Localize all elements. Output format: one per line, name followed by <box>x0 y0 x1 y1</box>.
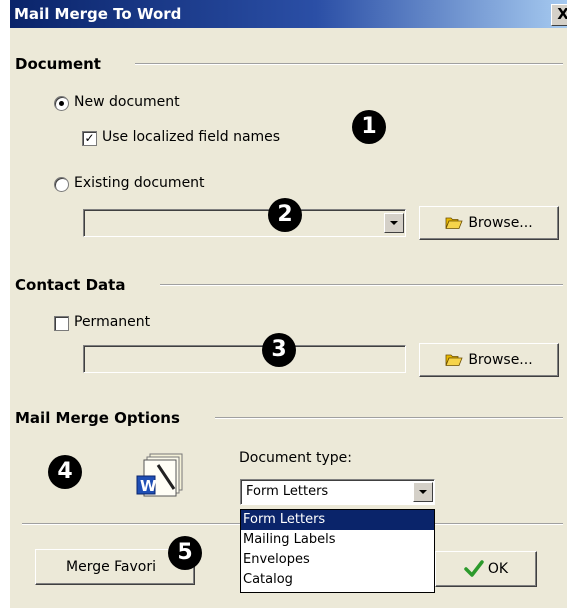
contact-group-title: Contact Data <box>15 276 126 294</box>
new-document-label: New document <box>74 94 180 110</box>
existing-document-combobox[interactable] <box>83 209 406 237</box>
document-type-list: Form Letters Mailing Labels Envelopes Ca… <box>240 509 435 593</box>
ok-label: OK <box>487 561 509 577</box>
existing-document-label: Existing document <box>74 175 205 191</box>
callout-marker-1: 1 <box>352 110 386 144</box>
list-item[interactable]: Form Letters <box>241 510 434 530</box>
contact-browse-label: Browse... <box>468 352 533 368</box>
footer-separator <box>435 523 563 525</box>
callout-marker-2: 2 <box>268 198 302 232</box>
existing-document-radio[interactable] <box>54 177 69 192</box>
footer-separator <box>22 523 240 525</box>
contact-data-path-field[interactable] <box>83 345 406 373</box>
radio-dot <box>59 101 64 106</box>
list-item[interactable]: Catalog <box>241 570 434 590</box>
callout-marker-4: 4 <box>48 455 82 489</box>
ok-button[interactable]: OK <box>435 551 537 587</box>
document-type-select[interactable]: Form Letters <box>240 479 435 505</box>
options-group-divider <box>215 417 563 419</box>
document-group-title: Document <box>15 55 101 73</box>
document-browse-label: Browse... <box>468 215 533 231</box>
contact-browse-button[interactable]: Browse... <box>419 343 559 377</box>
document-group-divider <box>135 63 563 65</box>
contact-group-divider <box>160 284 563 286</box>
window-title: Mail Merge To Word <box>14 5 182 23</box>
list-item[interactable]: Envelopes <box>241 550 434 570</box>
svg-text:W: W <box>140 477 157 495</box>
word-document-icon: W <box>136 452 188 498</box>
folder-open-icon <box>445 353 463 367</box>
document-type-dropdown-button[interactable] <box>413 482 433 502</box>
existing-document-dropdown-button[interactable] <box>384 213 404 233</box>
options-group-title: Mail Merge Options <box>15 409 180 427</box>
checkmark-icon <box>464 560 484 578</box>
title-bar: Mail Merge To Word X <box>10 0 567 28</box>
new-document-radio[interactable] <box>54 96 69 111</box>
permanent-checkbox[interactable] <box>54 316 69 331</box>
document-type-label: Document type: <box>239 450 352 466</box>
list-item[interactable]: Mailing Labels <box>241 530 434 550</box>
permanent-label: Permanent <box>74 314 151 330</box>
callout-marker-5: 5 <box>168 536 202 570</box>
merge-favorites-label: Merge Favori <box>66 559 156 575</box>
document-type-value: Form Letters <box>246 484 329 499</box>
localized-fields-checkbox[interactable]: ✓ <box>82 131 97 146</box>
mail-merge-dialog: Mail Merge To Word X Document New docume… <box>10 0 567 608</box>
folder-open-icon <box>445 216 463 230</box>
localized-fields-label: Use localized field names <box>102 129 281 145</box>
callout-marker-3: 3 <box>262 333 296 367</box>
document-browse-button[interactable]: Browse... <box>419 206 559 240</box>
close-button[interactable]: X <box>551 4 567 26</box>
